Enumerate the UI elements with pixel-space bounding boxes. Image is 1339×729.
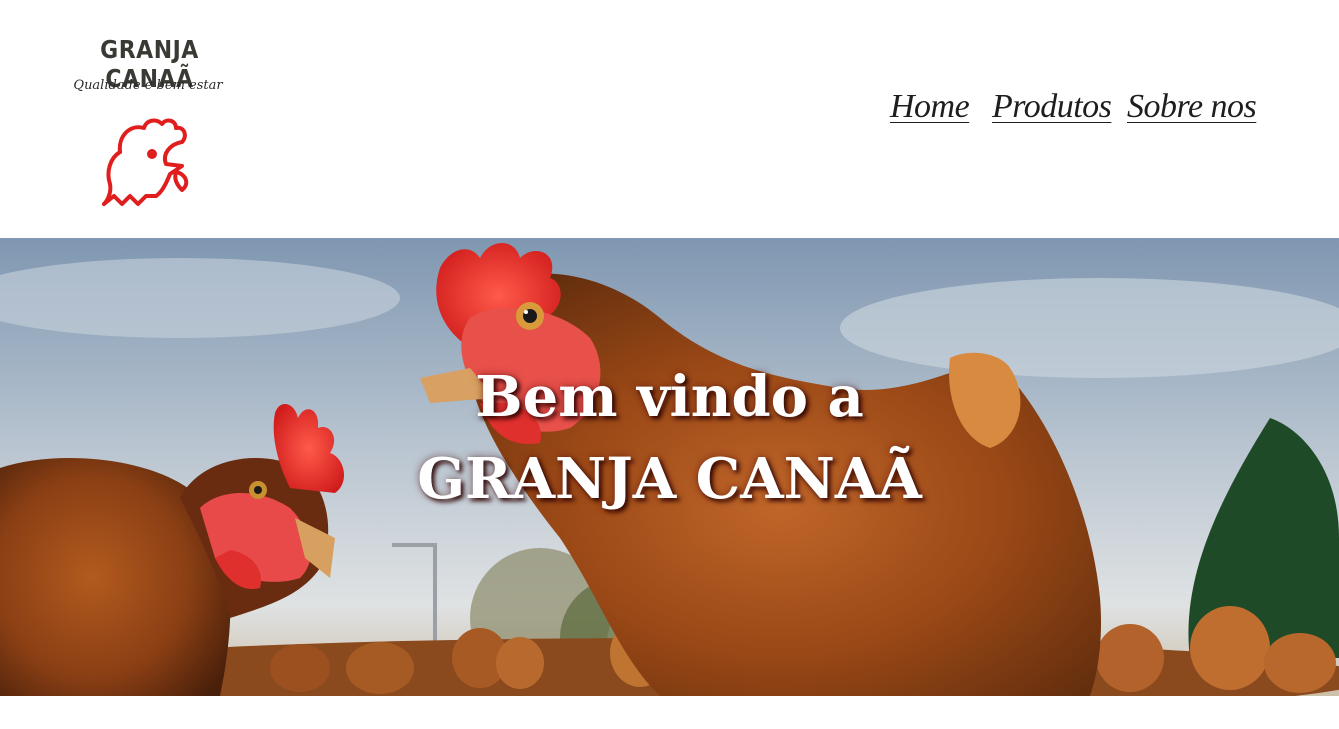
brand-tagline: Qualidade e bem estar	[73, 78, 223, 93]
rooster-icon	[102, 118, 189, 206]
nav-produtos[interactable]: Produtos	[992, 88, 1112, 126]
site-header: GRANJA CANAÃ Qualidade e bem estar Home …	[0, 0, 1339, 238]
page-bottom-space	[0, 696, 1339, 729]
hero-title-line2: GRANJA CANAÃ	[417, 446, 922, 512]
brand-logo[interactable]: GRANJA CANAÃ Qualidade e bem estar	[62, 36, 237, 216]
hero-banner: Bem vindo a GRANJA CANAÃ	[0, 238, 1339, 696]
nav-sobre-nos[interactable]: Sobre nos	[1127, 88, 1257, 126]
nav-home[interactable]: Home	[890, 88, 970, 126]
hero-title-line1: Bem vindo a	[475, 364, 864, 430]
hero-title: Bem vindo a GRANJA CANAÃ	[0, 356, 1339, 520]
